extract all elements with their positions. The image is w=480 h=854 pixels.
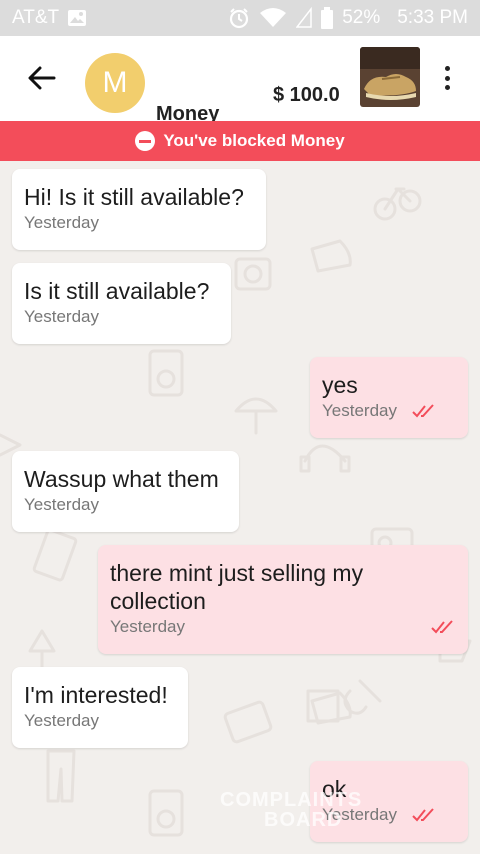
listing-price: $ 100.0 <box>273 84 340 106</box>
image-icon <box>67 9 87 27</box>
alarm-icon <box>228 7 250 29</box>
status-bar: AT&T 52% 5:33 PM <box>0 0 480 36</box>
message-text: Hi! Is it still available? <box>24 184 244 210</box>
back-button[interactable] <box>26 62 58 94</box>
message-text: Is it still available? <box>24 278 210 304</box>
timestamp-label: Yesterday <box>322 401 397 420</box>
timestamp-label: Yesterday <box>24 711 99 730</box>
message-timestamp: Yesterday <box>24 495 227 515</box>
message-text: yes <box>322 372 358 398</box>
watermark: COMPLAINTS BOARD <box>220 790 362 830</box>
battery-percent: 52% <box>342 7 381 28</box>
battery-icon <box>321 7 334 29</box>
message-timestamp: Yesterday <box>322 401 456 421</box>
more-vertical-dot <box>444 85 450 90</box>
block-icon <box>135 131 156 151</box>
blocked-banner-text: You've blocked Money <box>163 131 345 150</box>
message-text: Wassup what them <box>24 466 219 492</box>
message-timestamp: Yesterday <box>110 617 456 637</box>
message-bubble-incoming[interactable]: Hi! Is it still available? Yesterday <box>12 169 266 250</box>
message-text: there mint just selling my collection <box>110 560 364 614</box>
message-bubble-outgoing[interactable]: there mint just selling my collection Ye… <box>98 545 468 654</box>
double-check-icon <box>412 404 434 418</box>
more-vertical-icon <box>444 66 450 71</box>
double-check-icon <box>431 620 453 634</box>
message-timestamp: Yesterday <box>24 213 254 233</box>
message-bubble-incoming[interactable]: I'm interested! Yesterday <box>12 667 188 748</box>
double-check-icon <box>412 808 434 822</box>
product-thumbnail[interactable] <box>360 47 420 107</box>
message-bubble-incoming[interactable]: Wassup what them Yesterday <box>12 451 239 532</box>
watermark-line2: BOARD <box>264 809 343 831</box>
more-vertical-dot <box>444 75 450 81</box>
message-text: I'm interested! <box>24 682 168 708</box>
blocked-banner: You've blocked Money <box>0 121 480 161</box>
timestamp-label: Yesterday <box>110 617 185 636</box>
avatar[interactable]: M <box>85 53 145 113</box>
clock: 5:33 PM <box>397 7 468 28</box>
avatar-letter: M <box>102 66 128 99</box>
timestamp-label: Yesterday <box>24 307 99 326</box>
carrier-label: AT&T <box>12 7 60 28</box>
wifi-icon <box>259 7 287 29</box>
timestamp-label: Yesterday <box>24 213 99 232</box>
more-options-button[interactable] <box>436 62 458 94</box>
message-bubble-outgoing[interactable]: yes Yesterday <box>310 357 468 438</box>
message-timestamp: Yesterday <box>24 711 176 731</box>
timestamp-label: Yesterday <box>24 495 99 514</box>
arrow-left-icon <box>28 66 56 90</box>
watermark-line1: COMPLAINTS <box>220 789 363 811</box>
message-timestamp: Yesterday <box>24 307 219 327</box>
message-bubble-incoming[interactable]: Is it still available? Yesterday <box>12 263 231 344</box>
signal-icon <box>296 7 312 29</box>
chat-thread[interactable]: Hi! Is it still available? Yesterday Is … <box>0 161 480 854</box>
